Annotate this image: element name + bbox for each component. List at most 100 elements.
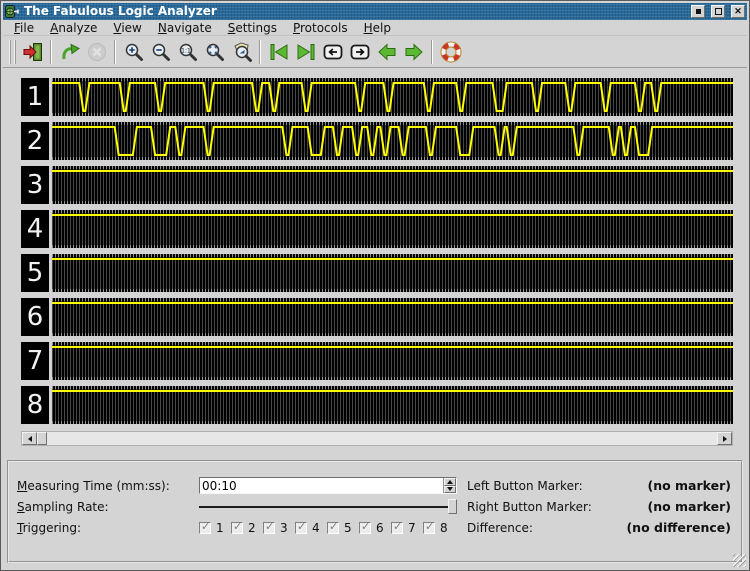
difference-value: (no difference) [617, 520, 733, 535]
measuring-time-row: Measuring Time (mm:ss): Left Button Mark… [17, 475, 733, 496]
checkbox-box[interactable]: ✓ [359, 522, 371, 534]
close-button[interactable]: ✕ [731, 5, 745, 18]
checkbox-label: 3 [280, 521, 288, 535]
move-right-button[interactable] [400, 38, 427, 65]
waveform-trace [52, 342, 733, 380]
channel-plot[interactable] [52, 298, 733, 336]
checkbox-box[interactable]: ✓ [423, 522, 435, 534]
checkbox-label: 6 [376, 521, 384, 535]
trigger-checkbox-8[interactable]: ✓8 [423, 521, 455, 535]
arrow-right-icon [403, 41, 425, 63]
trigger-checkbox-3[interactable]: ✓3 [263, 521, 295, 535]
page-right-button[interactable] [346, 38, 373, 65]
stop-capture-button[interactable] [83, 38, 110, 65]
toolbar-drag-handle[interactable] [9, 40, 16, 64]
channel-plot[interactable] [52, 210, 733, 248]
triggering-row: Triggering: ✓1✓2✓3✓4✓5✓6✓7✓8 Difference:… [17, 517, 733, 538]
menu-help[interactable]: Help [357, 20, 398, 36]
menu-settings[interactable]: Settings [221, 20, 284, 36]
zoom-default-button[interactable]: 1:1 [174, 38, 201, 65]
zoom-fit-icon [204, 41, 226, 63]
channel-plot[interactable] [52, 386, 733, 424]
toolbar: 1:1 [3, 36, 747, 68]
channel-list: 12345678 [21, 78, 733, 424]
menu-view[interactable]: View [106, 20, 148, 36]
channel-label: 7 [21, 342, 49, 380]
menu-navigate[interactable]: Navigate [151, 20, 219, 36]
menu-protocols[interactable]: Protocols [286, 20, 355, 36]
trigger-checkbox-5[interactable]: ✓5 [327, 521, 359, 535]
checkmark-icon: ✓ [425, 520, 434, 533]
right-marker-label: Right Button Marker: [467, 500, 617, 514]
channel-plot[interactable] [52, 78, 733, 116]
maximize-button[interactable] [711, 5, 725, 18]
channel-plot[interactable] [52, 342, 733, 380]
sampling-rate-label: Sampling Rate: [17, 500, 199, 514]
goto-begin-button[interactable] [265, 38, 292, 65]
channel-row: 5 [21, 254, 733, 292]
arrow-left-icon [376, 41, 398, 63]
menu-file[interactable]: File [7, 20, 41, 36]
zoom-range-button[interactable] [228, 38, 255, 65]
goto-trigger-button[interactable] [437, 38, 464, 65]
exit-door-icon [22, 41, 44, 63]
spin-up-button[interactable] [444, 478, 456, 486]
trigger-checkbox-group: ✓1✓2✓3✓4✓5✓6✓7✓8 [199, 521, 457, 535]
move-left-button[interactable] [373, 38, 400, 65]
checkbox-box[interactable]: ✓ [231, 522, 243, 534]
zoom-out-button[interactable] [147, 38, 174, 65]
scroll-right-button[interactable] [717, 432, 732, 445]
scrollbar-trough[interactable] [47, 432, 717, 445]
menu-analyze[interactable]: Analyze [43, 20, 104, 36]
waveform-trace [52, 386, 733, 424]
zoom-fit-button[interactable] [201, 38, 228, 65]
channel-row: 6 [21, 298, 733, 336]
waveform-area: 12345678 [15, 69, 737, 450]
checkbox-box[interactable]: ✓ [295, 522, 307, 534]
measuring-time-input[interactable] [200, 478, 443, 493]
window-title: The Fabulous Logic Analyzer [24, 4, 685, 19]
toolbar-separator [114, 40, 116, 64]
checkbox-box[interactable]: ✓ [199, 522, 211, 534]
scroll-left-button[interactable] [22, 432, 37, 445]
title-bar[interactable]: The Fabulous Logic Analyzer ✕ [3, 3, 747, 20]
trigger-checkbox-7[interactable]: ✓7 [391, 521, 423, 535]
spin-down-button[interactable] [444, 486, 456, 494]
checkbox-label: 7 [408, 521, 416, 535]
trigger-checkbox-2[interactable]: ✓2 [231, 521, 263, 535]
svg-text:1:1: 1:1 [181, 47, 191, 54]
horizontal-scrollbar[interactable] [21, 431, 733, 446]
checkbox-box[interactable]: ✓ [327, 522, 339, 534]
channel-plot[interactable] [52, 122, 733, 160]
zoom-in-button[interactable] [120, 38, 147, 65]
exit-button[interactable] [19, 38, 46, 65]
close-icon: ✕ [734, 7, 742, 16]
app-icon [5, 5, 20, 18]
goto-end-button[interactable] [292, 38, 319, 65]
slider-thumb[interactable] [448, 499, 457, 514]
begin-capture-button[interactable] [56, 38, 83, 65]
checkbox-box[interactable]: ✓ [391, 522, 403, 534]
checkbox-label: 2 [248, 521, 256, 535]
trigger-checkbox-1[interactable]: ✓1 [199, 521, 231, 535]
right-marker-value: (no marker) [617, 499, 733, 514]
sampling-rate-slider[interactable] [199, 498, 457, 515]
channel-plot[interactable] [52, 166, 733, 204]
channel-plot[interactable] [52, 254, 733, 292]
channel-row: 2 [21, 122, 733, 160]
scrollbar-thumb[interactable] [37, 432, 47, 445]
minimize-icon [696, 9, 701, 14]
channel-label: 2 [21, 122, 49, 160]
triggering-label: Triggering: [17, 521, 199, 535]
maximize-icon [715, 8, 722, 15]
trigger-checkbox-6[interactable]: ✓6 [359, 521, 391, 535]
trigger-checkbox-4[interactable]: ✓4 [295, 521, 327, 535]
channel-label: 6 [21, 298, 49, 336]
waveform-trace [52, 166, 733, 204]
page-left-button[interactable] [319, 38, 346, 65]
window-resize-grip[interactable] [733, 554, 746, 567]
waveform-trace [52, 254, 733, 292]
minimize-button[interactable] [691, 5, 705, 18]
zoom-in-icon [123, 41, 145, 63]
checkbox-box[interactable]: ✓ [263, 522, 275, 534]
